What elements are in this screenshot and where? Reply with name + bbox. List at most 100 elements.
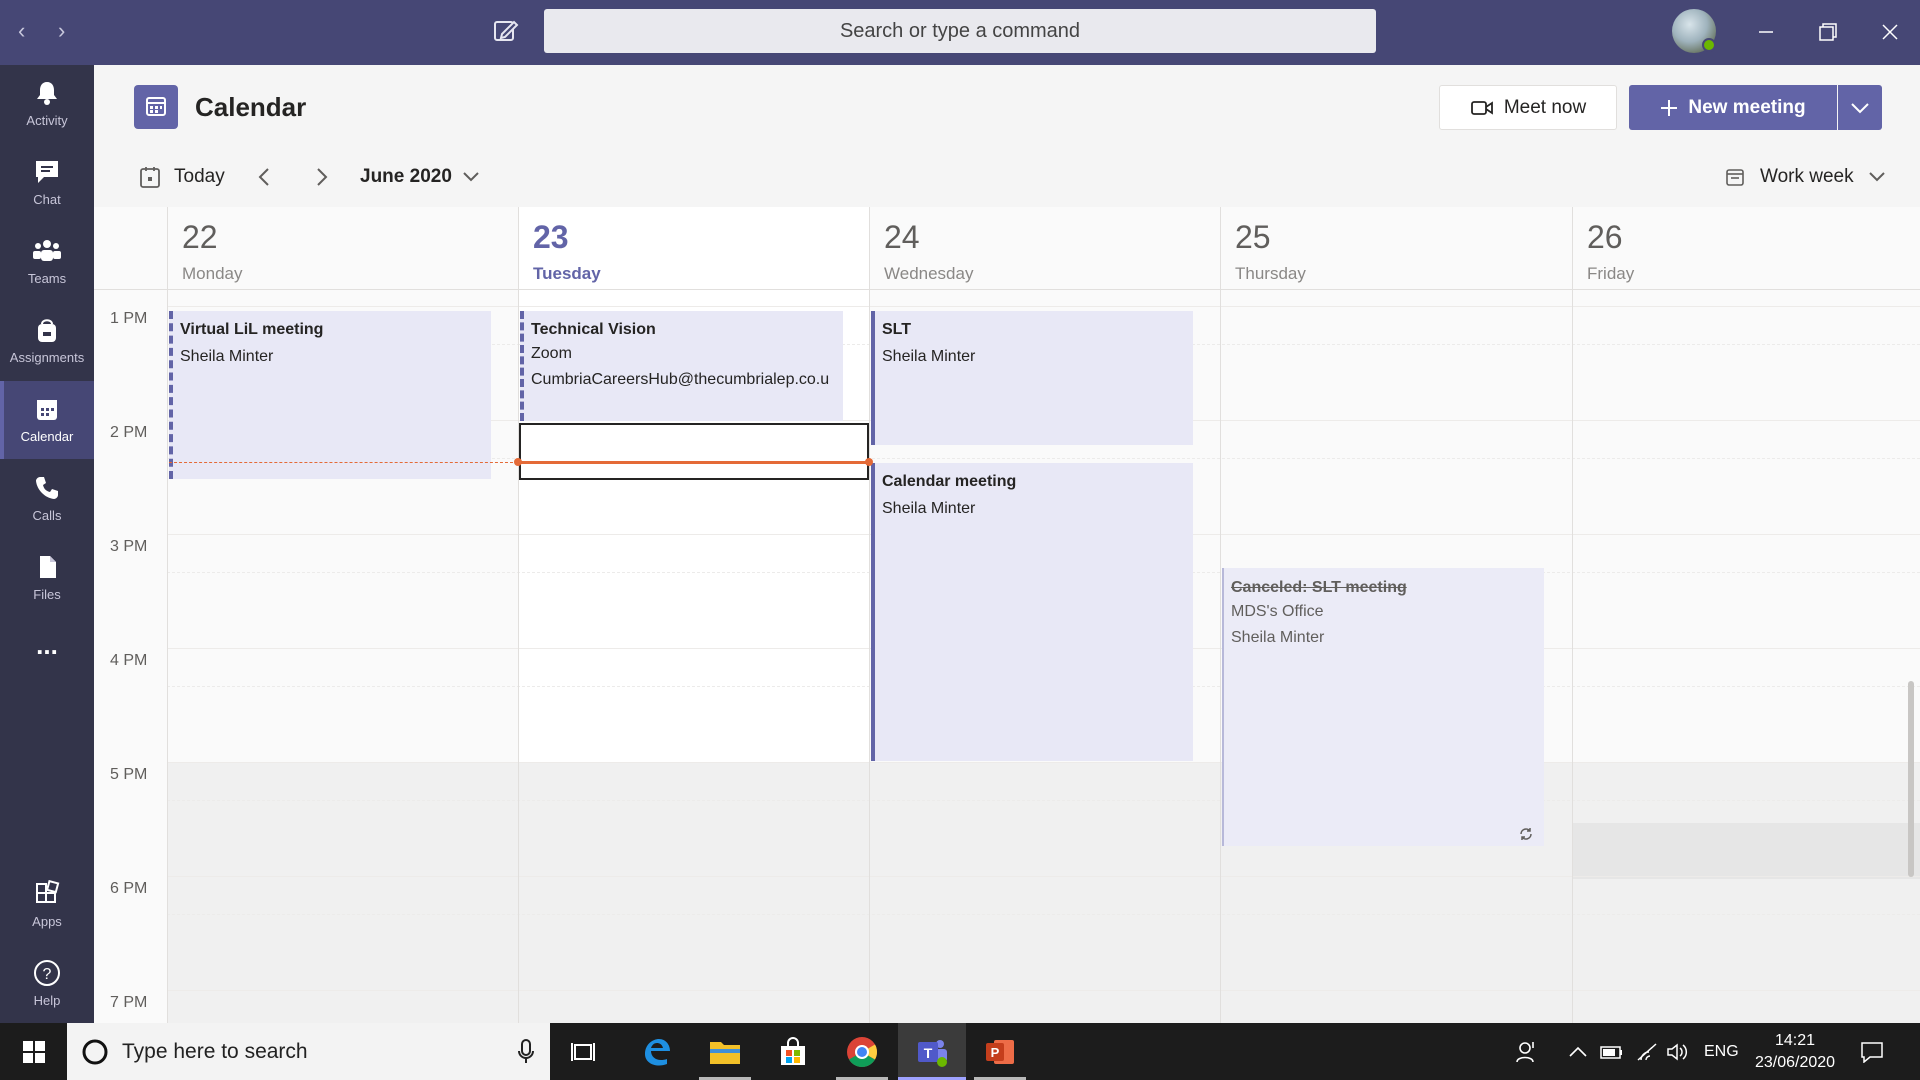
new-meeting-label: New meeting [1688,96,1806,118]
more-apps-button[interactable]: ... [0,618,94,696]
search-input[interactable]: Search or type a command [544,9,1376,53]
minimize-icon[interactable] [1746,12,1786,52]
microphone-icon [518,1038,534,1063]
new-meeting-dropdown[interactable] [1838,85,1882,130]
rail-item-chat[interactable]: Chat [0,144,94,222]
hour-line [167,762,1920,763]
calendar-icon [37,400,57,420]
teams-taskbar-button[interactable]: T [898,1023,966,1080]
day-header-friday[interactable]: 26 Friday [1572,207,1920,290]
svg-text:P: P [991,1045,1000,1060]
time-label: 4 PM [110,652,148,669]
event-organizer: Sheila Minter [882,348,976,365]
rail-item-files[interactable]: Files [0,539,94,617]
time-label: 6 PM [110,880,148,897]
windows-logo-icon [23,1040,45,1063]
rail-label: Teams [27,271,67,286]
rail-item-calendar[interactable]: Calendar [0,381,94,459]
event-calendar-meeting[interactable]: Calendar meeting Sheila Minter [871,463,1193,761]
task-view-button[interactable] [550,1023,618,1080]
rail-item-assignments[interactable]: Assignments [0,302,94,380]
event-technical-vision[interactable]: Technical Vision Zoom CumbriaCareersHub@… [520,311,843,421]
calendar-header: Calendar Meet now New meeting [94,65,1920,149]
day-header-thursday[interactable]: 25 Thursday [1220,207,1572,290]
today-button[interactable]: Today [138,163,225,191]
half-hour-line [167,914,1920,915]
rail-label: Calls [32,508,62,523]
calendar-app-icon [134,85,178,129]
phone-icon [36,477,58,499]
back-icon[interactable]: ‹ [18,16,25,46]
backpack-icon [38,319,56,342]
file-icon [40,556,56,578]
rail-item-teams[interactable]: Teams [0,223,94,301]
chat-icon [36,161,58,183]
rail-label: Chat [33,192,61,207]
file-explorer-taskbar-button[interactable] [691,1023,759,1080]
today-calendar-icon [140,167,160,188]
notifications-icon[interactable] [1860,1023,1884,1080]
chevron-up-icon[interactable] [1568,1023,1588,1080]
event-slt[interactable]: SLT Sheila Minter [871,311,1193,445]
next-week-button[interactable] [312,163,332,200]
new-meeting-button[interactable]: New meeting [1629,85,1837,130]
view-switcher[interactable]: Work week [1724,163,1886,191]
rail-item-calls[interactable]: Calls [0,460,94,538]
day-number: 24 [884,219,920,255]
vertical-scrollbar[interactable] [1908,681,1914,877]
wifi-icon[interactable] [1636,1023,1658,1080]
chrome-taskbar-button[interactable] [828,1023,896,1080]
previous-week-button[interactable] [254,163,274,200]
windows-start-button[interactable] [0,1023,68,1080]
day-name: Thursday [1235,264,1306,283]
event-virtual-lil-meeting[interactable]: Virtual LiL meeting Sheila Minter [169,311,491,479]
compose-icon[interactable] [490,16,520,46]
svg-text:T: T [924,1045,933,1061]
restore-icon[interactable] [1808,12,1848,52]
current-time-dot [865,458,873,466]
day-header-monday[interactable]: 22 Monday [167,207,518,290]
event-location: Zoom [531,345,572,362]
close-icon[interactable] [1870,12,1910,52]
event-title: Technical Vision [531,321,656,338]
day-number: 23 [533,219,569,255]
rail-item-help[interactable]: ? Help [0,945,94,1023]
hour-line [167,306,1920,307]
presence-badge [1702,38,1716,52]
rail-item-activity[interactable]: Activity [0,65,94,143]
battery-icon[interactable] [1600,1023,1624,1080]
help-icon: ? [34,960,60,986]
clock[interactable]: 14:21 23/06/2020 [1752,1023,1838,1080]
month-picker[interactable]: June 2020 [360,163,480,191]
chevron-left-icon [258,168,269,186]
more-icon: ... [36,630,58,660]
forward-icon[interactable]: › [58,16,65,46]
chrome-icon [847,1036,878,1067]
day-header-tuesday[interactable]: 23 Tuesday [518,207,869,290]
current-time-line-past [169,462,518,463]
header-divider [94,289,1920,290]
time-label: 1 PM [110,310,148,327]
language-indicator[interactable]: ENG [1704,1023,1739,1080]
day-header-wednesday[interactable]: 24 Wednesday [869,207,1220,290]
edge-taskbar-button[interactable] [623,1023,691,1080]
taskbar-search-placeholder: Type here to search [122,1039,308,1063]
volume-icon[interactable] [1666,1023,1690,1080]
folder-icon [710,1041,740,1064]
event-cancelled-slt-meeting[interactable]: Canceled: SLT meeting MDS's Office Sheil… [1222,568,1544,846]
today-label: Today [174,166,225,187]
taskbar-search-input[interactable]: Type here to search [67,1023,550,1080]
people-icon[interactable] [1515,1023,1539,1080]
meet-now-button[interactable]: Meet now [1439,85,1617,130]
rail-label: Assignments [9,350,85,365]
event-organizer: Sheila Minter [180,348,274,365]
store-icon [781,1036,805,1065]
rail-label: Calendar [20,429,74,444]
rail-item-apps[interactable]: Apps [0,866,94,944]
store-taskbar-button[interactable] [759,1023,827,1080]
powerpoint-taskbar-button[interactable]: P [966,1023,1034,1080]
selected-time-slot[interactable] [519,423,869,480]
windows-taskbar: Type here to search T P ENG 14:21 23/06/… [0,1023,1920,1080]
plus-icon [1661,99,1678,116]
time-label: 3 PM [110,538,148,555]
